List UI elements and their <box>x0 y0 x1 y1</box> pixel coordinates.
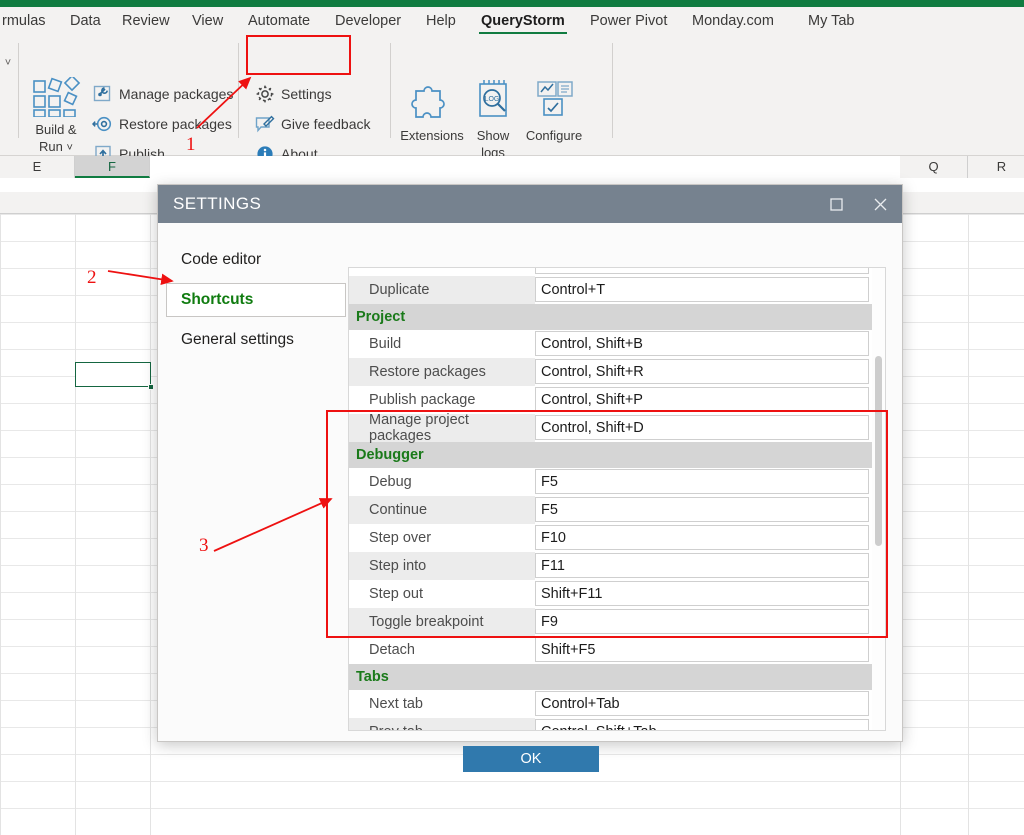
shortcut-row: Detach Shift+F5 <box>349 636 873 664</box>
puzzle-icon <box>411 86 445 118</box>
shortcut-value-input[interactable]: Control, Shift+B <box>535 331 869 356</box>
ribbon-tab-rmulas[interactable]: rmulas <box>0 7 48 35</box>
annotation-marker-1: 1 <box>186 134 196 155</box>
shortcut-value-input[interactable]: Shift+F5 <box>535 637 869 662</box>
shortcut-name: Detach <box>349 636 535 664</box>
shortcut-row: Build Control, Shift+B <box>349 330 873 358</box>
dialog-title: SETTINGS <box>173 194 262 213</box>
column-header-Q[interactable]: Q <box>900 156 968 178</box>
maximize-button[interactable] <box>814 185 858 223</box>
grid-row-line <box>0 781 1024 782</box>
shortcut-value-input[interactable]: Control+T <box>535 277 869 302</box>
shortcut-value-input[interactable]: Alt+Insert <box>535 268 869 274</box>
annotation-marker-2: 2 <box>87 267 97 288</box>
ribbon-tab-monday-com[interactable]: Monday.com <box>690 7 776 35</box>
shortcut-row: Write resultsAlt+Insert <box>349 268 873 276</box>
ok-button[interactable]: OK <box>463 746 599 772</box>
grid-column-line <box>75 214 76 835</box>
grid-column-line <box>968 214 969 835</box>
grid-column-line <box>150 214 151 835</box>
group-divider <box>18 43 19 138</box>
shortcut-value-input[interactable]: Control, Shift+R <box>535 359 869 384</box>
debugger-highlight-box <box>326 410 888 638</box>
manage-packages-button[interactable]: Manage packages <box>92 81 233 107</box>
group-divider <box>390 43 391 138</box>
build-and-run-button[interactable]: Build & Run ˅ <box>26 74 86 156</box>
shortcut-name: Restore packages <box>349 358 535 386</box>
shortcut-row: Next tab Control+Tab <box>349 690 873 718</box>
close-button[interactable] <box>858 185 902 223</box>
settings-nav-item-shortcuts[interactable]: Shortcuts <box>166 283 346 317</box>
build-and-run-label-line2: Run <box>39 139 63 154</box>
show-logs-button[interactable]: LOG Show logs <box>464 77 522 160</box>
chevron-down-icon[interactable]: ˅ <box>0 53 16 73</box>
ribbon-tab-developer[interactable]: Developer <box>333 7 403 35</box>
settings-button[interactable]: Settings <box>254 81 332 107</box>
restore-packages-button[interactable]: Restore packages <box>92 111 232 137</box>
extensions-button[interactable]: Extensions <box>398 77 466 143</box>
svg-text:LOG: LOG <box>485 96 500 103</box>
configure-button[interactable]: Configure <box>520 77 588 143</box>
ribbon-tab-view[interactable]: View <box>190 7 225 35</box>
ribbon-tab-data[interactable]: Data <box>68 7 103 35</box>
shortcut-name: Prev tab <box>349 718 535 730</box>
shortcut-group-header-tabs: Tabs <box>349 664 873 690</box>
close-icon <box>874 198 886 210</box>
ribbon-tab-bar: rmulas Data Review View Automate Developer Hel… <box>0 7 1024 35</box>
grid-column-line <box>0 214 1 835</box>
dialog-title-bar: SETTINGS <box>158 185 902 223</box>
wrench-package-icon <box>93 85 111 102</box>
shortcut-name: Duplicate <box>349 276 535 304</box>
gear-icon <box>256 85 274 103</box>
build-and-run-caret-icon[interactable]: ˅ <box>67 142 73 154</box>
shortcut-row: Duplicate Control+T <box>349 276 873 304</box>
restore-circle-icon <box>92 116 112 132</box>
give-feedback-button[interactable]: Give feedback <box>254 111 371 137</box>
settings-nav: Code editor Shortcuts General settings <box>166 243 346 363</box>
group-divider <box>238 43 239 138</box>
annotation-marker-3: 3 <box>199 535 209 556</box>
group-divider <box>612 43 613 138</box>
restore-packages-label: Restore packages <box>119 116 232 132</box>
column-header-R[interactable]: R <box>968 156 1024 178</box>
shortcut-row: Prev tabControl, Shift+Tab <box>349 718 873 730</box>
excel-title-accent-bar <box>0 0 1024 7</box>
log-search-icon: LOG <box>479 80 507 117</box>
ribbon-tab-automate[interactable]: Automate <box>246 7 312 35</box>
shortcut-group-header-project: Project <box>349 304 873 330</box>
build-and-run-label-line1: Build & <box>35 122 77 137</box>
ribbon-tab-review[interactable]: Review <box>120 7 172 35</box>
feedback-pencil-icon <box>255 115 275 133</box>
column-header-E[interactable]: E <box>0 156 75 178</box>
blocks-icon <box>33 74 81 118</box>
ribbon-tab-querystorm[interactable]: QueryStorm <box>479 7 567 35</box>
shortcut-value-input[interactable]: Control, Shift+P <box>535 387 869 412</box>
ribbon-tab-power-pivot[interactable]: Power Pivot <box>588 7 669 35</box>
column-header-F[interactable]: F <box>75 156 150 178</box>
shortcut-value-input[interactable]: Control, Shift+Tab <box>535 719 869 730</box>
maximize-icon <box>829 197 843 211</box>
shortcut-row: Restore packages Control, Shift+R <box>349 358 873 386</box>
configure-docs-icon <box>537 81 573 116</box>
settings-nav-item-general-settings[interactable]: General settings <box>166 323 346 357</box>
show-logs-label-line1: Show <box>476 128 510 143</box>
active-cell[interactable] <box>75 362 154 390</box>
manage-packages-label: Manage packages <box>119 86 234 102</box>
shortcut-name: Next tab <box>349 690 535 718</box>
fill-handle[interactable] <box>147 383 154 390</box>
configure-label: Configure <box>525 128 583 143</box>
shortcut-value-input[interactable]: Control+Tab <box>535 691 869 716</box>
shortcut-name: Build <box>349 330 535 358</box>
shortcut-name: Write results <box>349 268 535 276</box>
settings-highlight-box <box>246 35 351 75</box>
give-feedback-label: Give feedback <box>281 116 371 132</box>
settings-nav-item-code-editor[interactable]: Code editor <box>166 243 346 277</box>
grid-row-line <box>0 808 1024 809</box>
ribbon-tab-my-tab[interactable]: My Tab <box>806 7 856 35</box>
ribbon-body: ˅ Build & Run ˅ Manage packages Restore … <box>0 35 1024 184</box>
extensions-label: Extensions <box>400 128 464 143</box>
settings-label: Settings <box>281 86 332 102</box>
ribbon-tab-help[interactable]: Help <box>424 7 458 35</box>
